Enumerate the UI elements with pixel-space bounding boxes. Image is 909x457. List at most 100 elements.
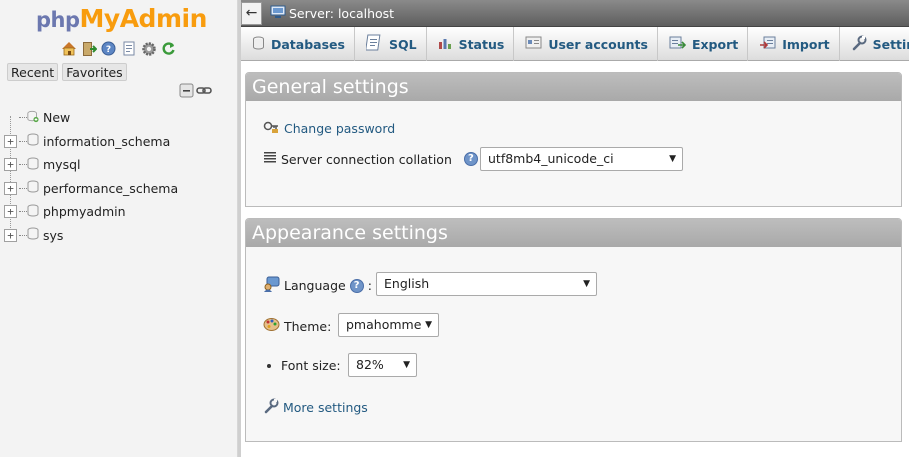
tree-label-db: phpmyadmin: [43, 204, 126, 220]
tab-settings[interactable]: Settings: [840, 27, 909, 61]
language-label: Language: [284, 278, 346, 293]
theme-value: pmahomme: [346, 317, 422, 332]
logout-icon[interactable]: [80, 40, 97, 57]
collapse-sidebar-button[interactable]: ←: [241, 2, 262, 25]
logo-php: php: [36, 8, 80, 32]
expand-icon[interactable]: +: [4, 181, 17, 195]
tab-user-accounts[interactable]: User accounts: [514, 27, 658, 61]
tree-branch: [19, 164, 27, 166]
change-password-row: Change password: [263, 119, 395, 137]
theme-select[interactable]: pmahomme ▼: [338, 313, 439, 337]
link-icon[interactable]: [196, 83, 212, 101]
new-database-icon: [27, 110, 43, 126]
change-password-link[interactable]: Change password: [284, 121, 395, 136]
breadcrumb-server[interactable]: Server: localhost: [270, 5, 394, 22]
tab-label: Databases: [271, 36, 345, 52]
tree-tools: [179, 83, 212, 101]
docs-icon[interactable]: [120, 40, 137, 57]
database-icon: [27, 204, 43, 220]
language-value: English: [384, 276, 430, 291]
theme-row: Theme:: [263, 317, 331, 335]
collation-value: utf8mb4_unicode_ci: [488, 151, 614, 166]
phpmyadmin-logo[interactable]: phpMyAdmin: [36, 4, 207, 33]
tab-label: Status: [458, 36, 505, 52]
wrench-icon: [851, 35, 867, 54]
main-content: General settings Change password Server …: [241, 62, 909, 457]
database-icon: [252, 36, 265, 53]
database-tree: New + information_schema + mysql + perfo…: [4, 106, 178, 247]
tab-status[interactable]: Status: [427, 27, 515, 61]
theme-label: Theme:: [284, 318, 332, 334]
appearance-settings-panel: Appearance settings Language ? : English…: [245, 218, 902, 442]
database-icon: [27, 227, 43, 243]
help-icon[interactable]: ?: [463, 152, 478, 166]
database-icon: [27, 157, 43, 173]
collapse-all-icon[interactable]: [179, 83, 194, 101]
users-icon: [525, 36, 542, 52]
recent-tab[interactable]: Recent: [7, 63, 59, 81]
tree-label-db: performance_schema: [43, 180, 179, 196]
tree-item-new[interactable]: New: [4, 106, 178, 130]
sql-icon: [365, 34, 383, 54]
font-size-value: 82%: [356, 357, 384, 372]
tree-item-mysql[interactable]: + mysql: [4, 153, 178, 177]
tab-export[interactable]: Export: [658, 27, 749, 61]
tab-sql[interactable]: SQL: [355, 27, 427, 61]
reload-icon[interactable]: [160, 40, 177, 57]
expand-icon[interactable]: +: [4, 228, 17, 242]
tab-import[interactable]: Import: [748, 27, 840, 61]
language-select[interactable]: English ▼: [376, 272, 597, 296]
expand-icon[interactable]: +: [4, 158, 17, 172]
svg-text:?: ?: [106, 45, 111, 55]
database-icon: [27, 180, 43, 196]
breadcrumb-bar: ← Server: localhost: [241, 0, 909, 27]
collation-select[interactable]: utf8mb4_unicode_ci ▼: [480, 147, 683, 171]
import-icon: [759, 35, 776, 53]
collation-row: Server connection collation ? :: [263, 151, 486, 167]
general-settings-title: General settings: [246, 73, 901, 101]
tab-label: Settings: [872, 36, 909, 52]
wrench-icon: [263, 398, 279, 417]
home-icon[interactable]: [60, 40, 77, 57]
more-settings-link[interactable]: More settings: [283, 400, 368, 415]
recent-favorites-tabs: Recent Favorites: [7, 63, 127, 81]
appearance-settings-title: Appearance settings: [246, 219, 901, 247]
tree-label-db: information_schema: [43, 133, 171, 149]
settings-icon[interactable]: [140, 40, 157, 57]
logo-admin: Admin: [119, 4, 208, 33]
font-size-select[interactable]: 82% ▼: [348, 353, 417, 377]
bullet-icon: [267, 363, 271, 368]
tree-label-db: sys: [43, 227, 64, 243]
tree-branch: [19, 234, 27, 236]
help-icon[interactable]: ?: [349, 278, 364, 293]
font-size-row: Font size:: [263, 358, 341, 373]
tab-label: SQL: [388, 36, 417, 52]
tree-item-phpmyadmin[interactable]: + phpmyadmin: [4, 200, 178, 224]
chevron-down-icon: ▼: [425, 320, 432, 330]
server-label: Server: localhost: [289, 6, 395, 21]
tree-label-db: mysql: [43, 157, 81, 173]
database-icon: [27, 133, 43, 149]
collation-label: Server connection collation: [281, 151, 452, 167]
navigation-sidebar: phpMyAdmin ? Recent Favorites New + info…: [0, 0, 238, 457]
expand-icon[interactable]: +: [4, 205, 17, 219]
main-menu: Databases SQL Status User accounts Expor…: [241, 27, 909, 61]
tree-branch: [19, 117, 27, 119]
tree-item-sys[interactable]: + sys: [4, 224, 178, 248]
tree-branch: [19, 140, 27, 142]
palette-icon: [263, 317, 280, 335]
tab-databases[interactable]: Databases: [241, 27, 355, 61]
more-settings-row: More settings: [263, 398, 368, 417]
expand-icon[interactable]: +: [4, 134, 17, 148]
tree-item-performance-schema[interactable]: + performance_schema: [4, 177, 178, 201]
chevron-down-icon: ▼: [583, 279, 590, 289]
tree-item-information-schema[interactable]: + information_schema: [4, 130, 178, 154]
favorites-tab[interactable]: Favorites: [62, 63, 127, 81]
help-icon[interactable]: ?: [100, 40, 117, 57]
tab-label: User accounts: [548, 36, 648, 52]
tree-branch: [19, 211, 27, 213]
server-icon: [270, 5, 286, 22]
logo-my: My: [79, 4, 121, 33]
key-icon: [263, 119, 280, 137]
tab-label: Import: [782, 36, 830, 52]
